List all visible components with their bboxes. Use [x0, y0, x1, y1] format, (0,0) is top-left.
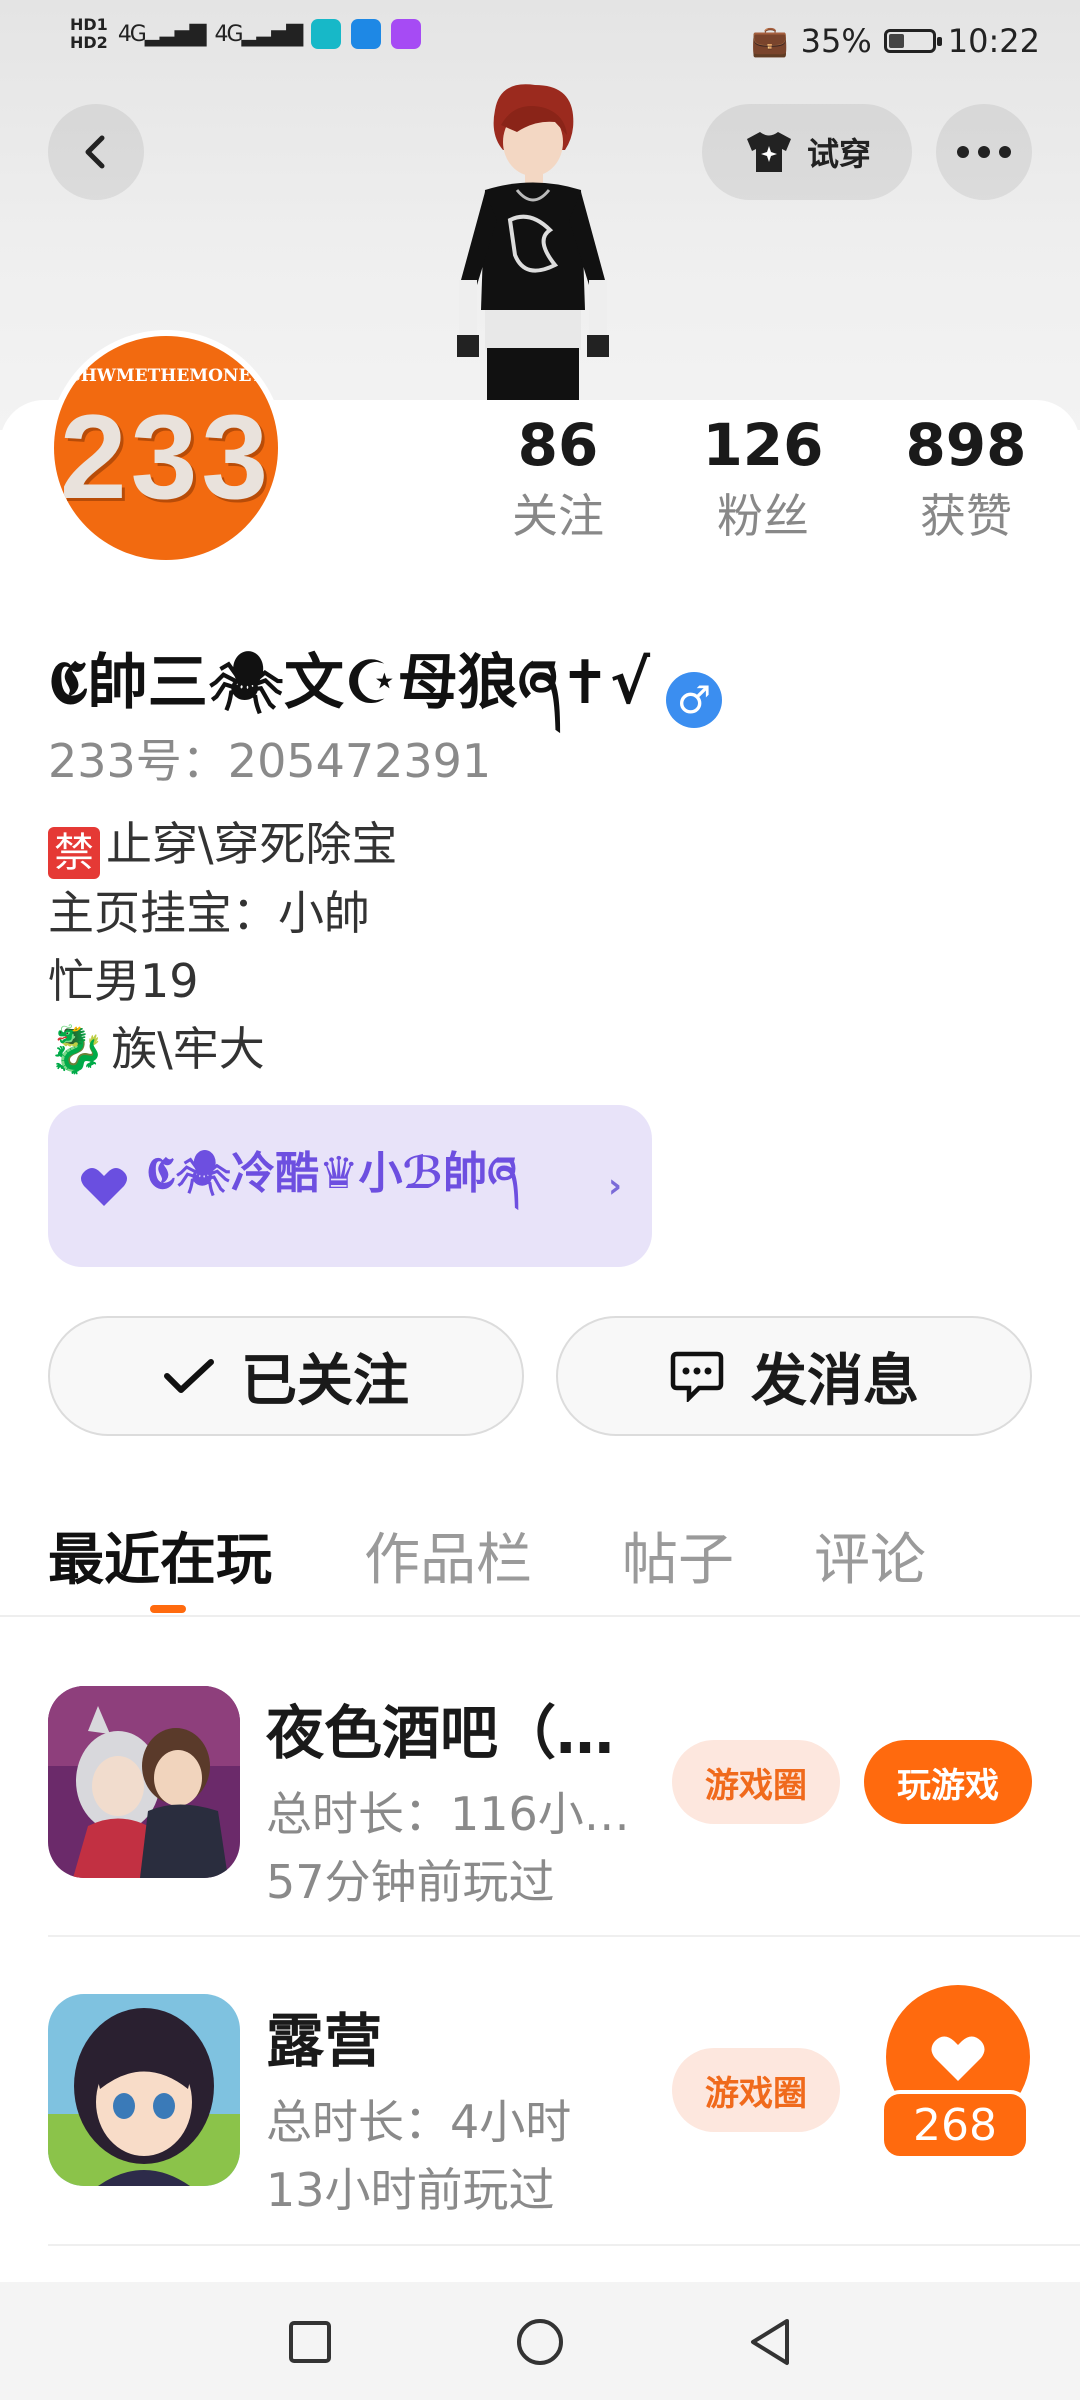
- likes-label: 获赞: [920, 489, 1012, 543]
- like-count: 268: [880, 2090, 1030, 2160]
- battery-percent: 35%: [800, 22, 872, 60]
- chat-bubble-icon: [670, 1351, 724, 1402]
- male-gender-icon: ♂: [666, 671, 723, 728]
- try-on-button[interactable]: 试穿: [702, 104, 912, 200]
- clock: 10:22: [947, 22, 1040, 60]
- back-button[interactable]: [48, 104, 144, 200]
- square-icon: [289, 2321, 331, 2363]
- follow-button[interactable]: 已关注: [48, 1316, 524, 1436]
- play-game-button[interactable]: 玩游戏: [864, 1740, 1032, 1824]
- game-circle-button[interactable]: 游戏圈: [672, 1740, 840, 1824]
- game-duration: 总时长：116小…: [266, 1787, 630, 1841]
- fan-group-card[interactable]: 𝕮🕷冷酷♛小ℬ帥ཞ ›: [48, 1105, 652, 1267]
- hd-indicators: HD1 HD2: [70, 16, 108, 52]
- app-notification-icon: [311, 19, 342, 49]
- briefcase-icon: 💼: [751, 23, 789, 59]
- home-button[interactable]: [510, 2312, 570, 2372]
- avatar-top-text: SHWMETHEMONEY: [68, 366, 264, 386]
- bio-line: 忙男19: [48, 954, 199, 1008]
- battery-icon: [883, 29, 942, 53]
- ban-icon: 禁: [48, 827, 100, 879]
- likes-count: 898: [905, 411, 1027, 479]
- game-title: 露营: [266, 2007, 383, 2075]
- fans-count: 126: [702, 411, 824, 479]
- avatar-main-text: 233: [59, 390, 273, 524]
- user-id[interactable]: 233号：205472391: [48, 725, 491, 791]
- status-left: HD1 HD2 4G▂▃▅▇ 4G▂▃▅▇: [70, 16, 422, 52]
- game-circle-button[interactable]: 游戏圈: [672, 2048, 840, 2132]
- tshirt-sparkle-icon: [746, 132, 791, 172]
- message-button[interactable]: 发消息: [556, 1316, 1032, 1436]
- avatar[interactable]: SHWMETHEMONEY 233: [48, 330, 284, 566]
- following-count: 86: [517, 411, 599, 479]
- bio: 禁止穿\穿死除宝 主页挂宝：小帥 忙男19 🐉 族\牢大: [48, 810, 398, 1083]
- hd1-label: HD1: [70, 15, 108, 34]
- app-notification-icon: [351, 19, 382, 49]
- back-nav-button[interactable]: [740, 2312, 800, 2372]
- avatar-image: SHWMETHEMONEY 233: [54, 336, 278, 560]
- chevron-right-icon: ›: [607, 1166, 622, 1206]
- fan-card-text: 𝕮🕷冷酷♛小ℬ帥ཞ: [146, 1148, 519, 1199]
- tab-works[interactable]: 作品栏: [364, 1515, 532, 1596]
- list-item[interactable]: 夜色酒吧（… 总时长：116小… 57分钟前玩过 游戏圈 玩游戏: [48, 1686, 1032, 1909]
- follow-label: 已关注: [241, 1348, 409, 1414]
- game-icon-camping: [48, 1994, 240, 2186]
- bio-line: 🐉 族\牢大: [48, 1022, 265, 1076]
- music-notification-icon: [391, 19, 422, 49]
- game-icon-night-bar: [48, 1686, 240, 1878]
- triangle-back-icon: [751, 2319, 789, 2365]
- row-divider: [48, 2244, 1080, 2246]
- status-bar: HD1 HD2 4G▂▃▅▇ 4G▂▃▅▇ 💼 35% 10:22: [0, 0, 1080, 90]
- row-divider: [48, 1935, 1080, 1937]
- game-duration: 总时长：4小时: [266, 2095, 572, 2149]
- signal-icon-2: 4G▂▃▅▇: [214, 21, 304, 47]
- heart-icon: [81, 1168, 127, 1206]
- recent-apps-button[interactable]: [280, 2312, 340, 2372]
- system-nav-bar: [0, 2282, 1080, 2400]
- circle-icon: [517, 2319, 563, 2365]
- avatar-character-image: [457, 84, 609, 405]
- more-button[interactable]: [936, 104, 1032, 200]
- fans-label: 粉丝: [717, 489, 809, 543]
- following-label: 关注: [512, 489, 604, 543]
- tab-recent-play[interactable]: 最近在玩: [48, 1515, 272, 1596]
- active-tab-indicator: [150, 1605, 186, 1613]
- stat-likes[interactable]: 898 获赞: [886, 410, 1046, 546]
- status-right: 💼 35% 10:22: [751, 22, 1040, 60]
- dragon-icon: 🐉: [48, 1022, 106, 1076]
- check-icon: [164, 1359, 214, 1393]
- game-last-played: 13小时前玩过: [266, 2163, 555, 2217]
- bio-line: 禁止穿\穿死除宝: [48, 810, 398, 879]
- more-dots-icon: [957, 146, 1011, 158]
- message-label: 发消息: [751, 1348, 919, 1414]
- heart-icon: [931, 2036, 985, 2081]
- tab-posts[interactable]: 帖子: [622, 1515, 734, 1596]
- game-title: 夜色酒吧（…: [266, 1699, 615, 1767]
- tabs-divider: [0, 1615, 1080, 1617]
- tab-comments[interactable]: 评论: [814, 1515, 926, 1596]
- like-button[interactable]: 268: [880, 1985, 1030, 2160]
- game-last-played: 57分钟前玩过: [266, 1855, 555, 1909]
- signal-icon: 4G▂▃▅▇: [117, 21, 207, 47]
- try-on-label: 试穿: [806, 135, 871, 173]
- stat-following[interactable]: 86 关注: [478, 410, 638, 546]
- chevron-left-icon: [85, 135, 105, 169]
- bio-line: 主页挂宝：小帥: [48, 886, 370, 940]
- hd2-label: HD2: [70, 33, 108, 52]
- stat-fans[interactable]: 126 粉丝: [683, 410, 843, 546]
